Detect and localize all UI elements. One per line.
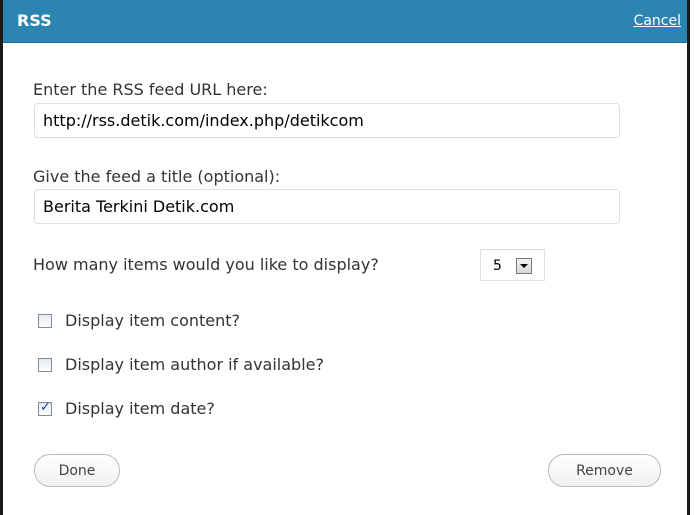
chevron-down-icon[interactable]: [516, 258, 532, 274]
done-button[interactable]: Done: [34, 454, 120, 487]
item-content-checkbox[interactable]: [38, 314, 52, 328]
item-date-label: Display item date?: [65, 399, 215, 418]
feed-title-input[interactable]: [34, 189, 620, 224]
item-author-checkbox[interactable]: [38, 358, 52, 372]
feed-url-label: Enter the RSS feed URL here:: [33, 80, 268, 99]
items-count-value: 5: [493, 258, 502, 274]
cancel-link[interactable]: Cancel: [634, 13, 681, 29]
dialog-title: RSS: [17, 11, 52, 30]
items-count-label: How many items would you like to display…: [33, 255, 379, 274]
item-date-checkbox[interactable]: [38, 400, 52, 416]
feed-title-label: Give the feed a title (optional):: [33, 167, 281, 186]
items-count-select[interactable]: 5: [480, 249, 545, 281]
feed-url-input[interactable]: [34, 103, 620, 138]
dialog-header: RSS Cancel: [3, 0, 687, 43]
remove-button[interactable]: Remove: [548, 454, 661, 487]
rss-widget-dialog: RSS Cancel Enter the RSS feed URL here: …: [0, 0, 690, 515]
item-author-label: Display item author if available?: [65, 355, 324, 374]
item-content-label: Display item content?: [65, 311, 241, 330]
